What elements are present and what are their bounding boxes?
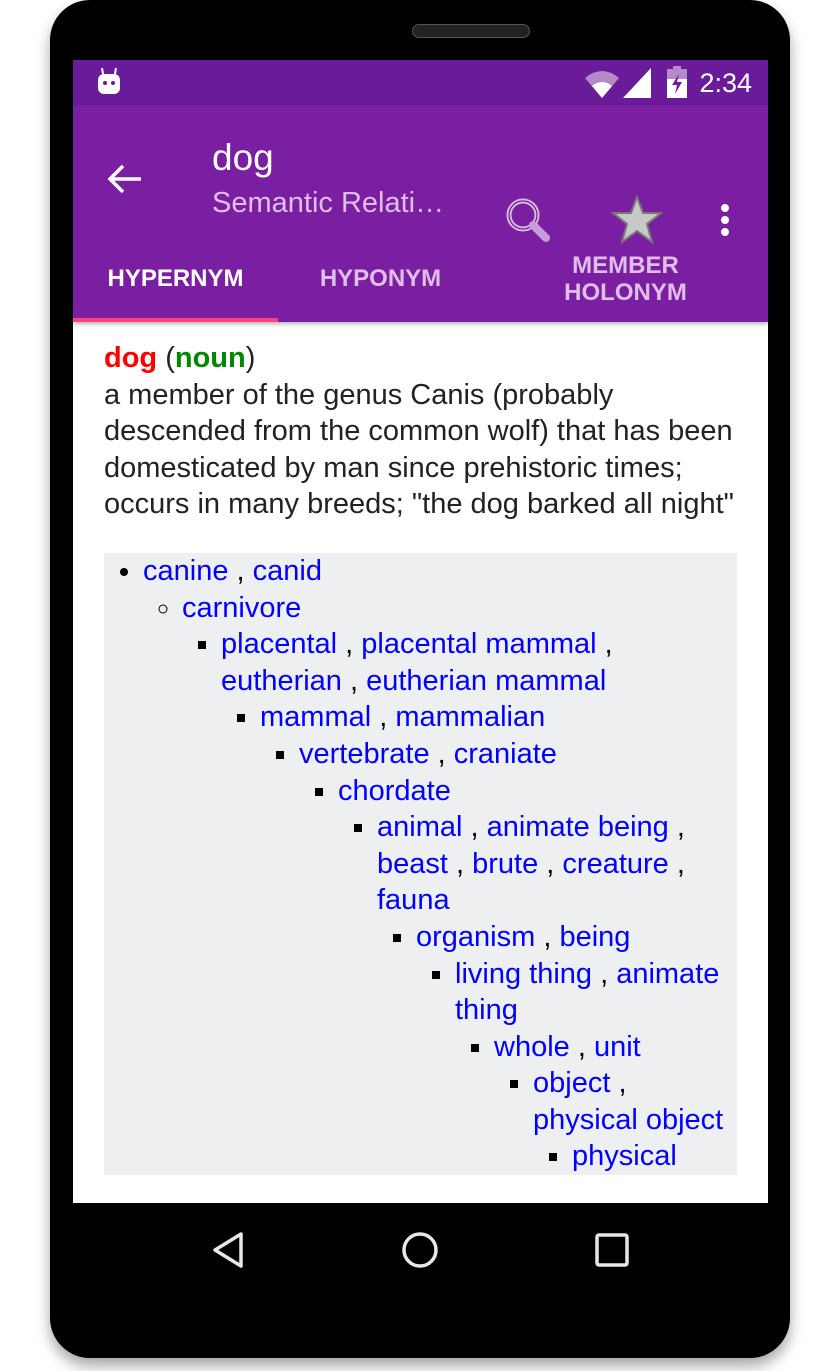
term-link[interactable]: canid	[253, 555, 322, 587]
tree-level-8: living thing , animate thingwhole , unit…	[416, 956, 737, 1176]
term-link[interactable]: placental	[221, 628, 337, 660]
signal-icon	[623, 68, 651, 98]
term-link[interactable]: eutherian	[221, 665, 342, 697]
tab-member-holonym[interactable]: MEMBER HOLONYM	[483, 235, 768, 322]
term-link[interactable]: mammalian	[395, 701, 545, 733]
tree-level-1: carnivoreplacental , placental mammal , …	[143, 590, 737, 1176]
term-link[interactable]: brute	[472, 848, 538, 880]
term-link[interactable]: unit	[594, 1031, 641, 1063]
term-link[interactable]: physical	[572, 1140, 677, 1172]
term-link[interactable]: creature	[562, 848, 668, 880]
tree-item: object , physical objectphysical	[533, 1065, 737, 1175]
tree-item: living thing , animate thingwhole , unit…	[455, 956, 737, 1176]
term-link[interactable]: placental mammal	[361, 628, 596, 660]
term-link[interactable]: organism	[416, 921, 535, 953]
term-link[interactable]: physical object	[533, 1104, 723, 1136]
tree-item: vertebrate , craniatechordateanimal , an…	[299, 736, 737, 1175]
page-title: dog	[212, 137, 274, 178]
entry-content: dog (noun) a member of the genus Canis (…	[73, 322, 768, 1176]
entry-pos: noun	[174, 342, 246, 374]
tree-level-10: object , physical objectphysical	[494, 1065, 737, 1175]
term-link[interactable]: animate being	[487, 811, 669, 843]
wifi-icon	[585, 71, 619, 98]
page-subtitle: Semantic Relati…	[212, 187, 445, 219]
term-link[interactable]: carnivore	[182, 592, 301, 624]
nav-bar	[73, 1203, 768, 1303]
tree-level-2: placental , placental mammal , eutherian…	[182, 626, 737, 1175]
tree-item: whole , unitobject , physical objectphys…	[494, 1029, 737, 1175]
term-link[interactable]: vertebrate	[299, 738, 430, 770]
tab-hypernym[interactable]: HYPERNYM	[73, 235, 278, 322]
arrow-left-icon[interactable]	[107, 163, 143, 195]
status-time: 2:34	[699, 68, 752, 98]
entry-heading: dog (noun)	[104, 342, 256, 374]
tree-item: organism , beingliving thing , animate t…	[416, 919, 737, 1175]
term-link[interactable]: canine	[143, 555, 228, 587]
term-link[interactable]: living thing	[455, 958, 592, 990]
term-link[interactable]: being	[559, 921, 630, 953]
speaker-grille	[412, 24, 530, 38]
tree-item: chordateanimal , animate being , beast ,…	[338, 773, 737, 1176]
more-vert-icon[interactable]	[719, 203, 731, 237]
tree-level-6: animal , animate being , beast , brute ,…	[338, 809, 737, 1175]
term-link[interactable]: mammal	[260, 701, 371, 733]
tree-level-7: organism , beingliving thing , animate t…	[377, 919, 737, 1175]
tree-level-0: canine , canidcarnivoreplacental , place…	[104, 553, 737, 1175]
recents-square-icon[interactable]	[595, 1233, 629, 1267]
tree-item: animal , animate being , beast , brute ,…	[377, 809, 737, 1175]
tree-item: mammal , mammalianvertebrate , craniatec…	[260, 699, 737, 1175]
tree-level-4: vertebrate , craniatechordateanimal , an…	[260, 736, 737, 1175]
status-bar: 2:34	[73, 60, 768, 105]
term-link[interactable]: beast	[377, 848, 448, 880]
term-link[interactable]: animal	[377, 811, 462, 843]
tree-level-5: chordateanimal , animate being , beast ,…	[299, 773, 737, 1176]
term-link[interactable]: craniate	[454, 738, 557, 770]
term-link[interactable]: eutherian mammal	[366, 665, 606, 697]
android-icon	[98, 68, 120, 94]
app-toolbar: dog Semantic Relati… HYPERNYM HYPONYM ME…	[73, 105, 768, 322]
tree-level-11: physical	[533, 1138, 737, 1175]
term-link[interactable]: whole	[494, 1031, 570, 1063]
term-link[interactable]: chordate	[338, 775, 451, 807]
hypernym-tree: canine , canidcarnivoreplacental , place…	[104, 552, 737, 1176]
tree-item: placental , placental mammal , eutherian…	[221, 626, 737, 1175]
entry-word: dog	[104, 342, 158, 374]
back-triangle-icon[interactable]	[211, 1232, 245, 1268]
tree-level-9: whole , unitobject , physical objectphys…	[455, 1029, 737, 1175]
term-link[interactable]: object	[533, 1067, 610, 1099]
home-circle-icon[interactable]	[401, 1231, 439, 1269]
screen: 2:34 dog Semantic Relati… HYPERNYM HYPON…	[73, 60, 768, 1203]
term-link[interactable]: fauna	[377, 884, 450, 916]
battery-charging-icon	[667, 66, 687, 98]
tree-item: carnivoreplacental , placental mammal , …	[182, 590, 737, 1176]
tree-item: canine , canidcarnivoreplacental , place…	[143, 553, 737, 1175]
tree-level-3: mammal , mammalianvertebrate , craniatec…	[221, 699, 737, 1175]
tree-item: physical	[572, 1138, 737, 1175]
relation-tabs: HYPERNYM HYPONYM MEMBER HOLONYM	[73, 235, 768, 322]
tab-hyponym[interactable]: HYPONYM	[278, 235, 483, 322]
entry-definition: a member of the genus Canis (probably de…	[104, 378, 734, 521]
